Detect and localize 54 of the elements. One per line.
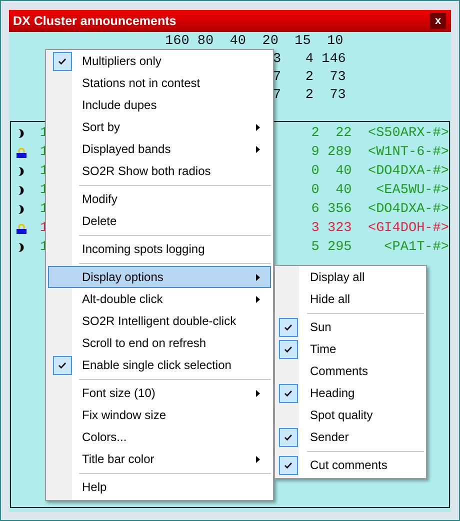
spot-text: 2 22 <S50ARX-#>	[311, 125, 449, 143]
submenu-arrow-icon	[256, 296, 260, 302]
menu-item[interactable]: Delete	[48, 210, 271, 232]
submenu-arrow-icon	[256, 146, 260, 152]
submenu-arrow-icon	[256, 274, 260, 280]
menu-item[interactable]: Hide all	[277, 288, 424, 310]
menu-item[interactable]: Include dupes	[48, 94, 271, 116]
moon-icon	[18, 243, 24, 252]
menu-item[interactable]: Stations not in contest	[48, 72, 271, 94]
menu-item[interactable]: Enable single click selection	[48, 354, 271, 376]
menu-item[interactable]: Colors...	[48, 426, 271, 448]
menu-item[interactable]: Font size (10)	[48, 382, 271, 404]
moon-icon	[18, 167, 24, 176]
menu-item[interactable]: Multipliers only	[48, 50, 271, 72]
spot-text: 0 40 <DO4DXA-#>	[311, 163, 449, 181]
submenu-arrow-icon	[256, 390, 260, 396]
menu-item[interactable]: Sender	[277, 426, 424, 448]
spot-text: 9 289 <W1NT-6-#>	[311, 144, 449, 162]
close-button[interactable]: x	[430, 13, 446, 29]
spot-text: 0 40 <EA5WU-#>	[311, 182, 449, 200]
menu-item[interactable]: Display all	[277, 266, 424, 288]
menu-item[interactable]: Incoming spots logging	[48, 238, 271, 260]
menu-item[interactable]: Displayed bands	[48, 138, 271, 160]
moon-icon	[18, 186, 24, 195]
menu-item[interactable]: Sun	[277, 316, 424, 338]
menu-item[interactable]: SO2R Show both radios	[48, 160, 271, 182]
summary-row: 3 4 146	[273, 51, 346, 69]
moon-icon	[18, 129, 24, 138]
window-title: DX Cluster announcements	[13, 14, 176, 28]
menu-item[interactable]: Scroll to end on refresh	[48, 332, 271, 354]
menu-item[interactable]: Title bar color	[48, 448, 271, 470]
menu-item[interactable]: Fix window size	[48, 404, 271, 426]
menu-item[interactable]: Spot quality	[277, 404, 424, 426]
menu-item[interactable]: Heading	[277, 382, 424, 404]
band-header: 160 80 40 20 15 10	[165, 33, 344, 51]
spot-text: 5 295 <PA1T-#>	[311, 239, 449, 257]
submenu-arrow-icon	[256, 456, 260, 462]
menu-item[interactable]: Modify	[48, 188, 271, 210]
summary-row: 7 2 73	[273, 69, 346, 87]
spot-text: 3 323 <GI4DOH-#>	[311, 220, 449, 238]
menu-item[interactable]: Display options	[48, 266, 271, 288]
lock-icon	[16, 224, 26, 234]
menu-item[interactable]: Comments	[277, 360, 424, 382]
menu-item[interactable]: SO2R Intelligent double-click	[48, 310, 271, 332]
summary-row: 7 2 73	[273, 87, 346, 105]
menu-item[interactable]: Alt-double click	[48, 288, 271, 310]
submenu-arrow-icon	[256, 124, 260, 130]
menu-item[interactable]: Time	[277, 338, 424, 360]
menu-item[interactable]: Sort by	[48, 116, 271, 138]
lock-icon	[16, 148, 26, 158]
menu-item[interactable]: Help	[48, 476, 271, 498]
menu-item[interactable]: Cut comments	[277, 454, 424, 476]
spot-text: 6 356 <DO4DXA-#>	[311, 201, 449, 219]
moon-icon	[18, 205, 24, 214]
